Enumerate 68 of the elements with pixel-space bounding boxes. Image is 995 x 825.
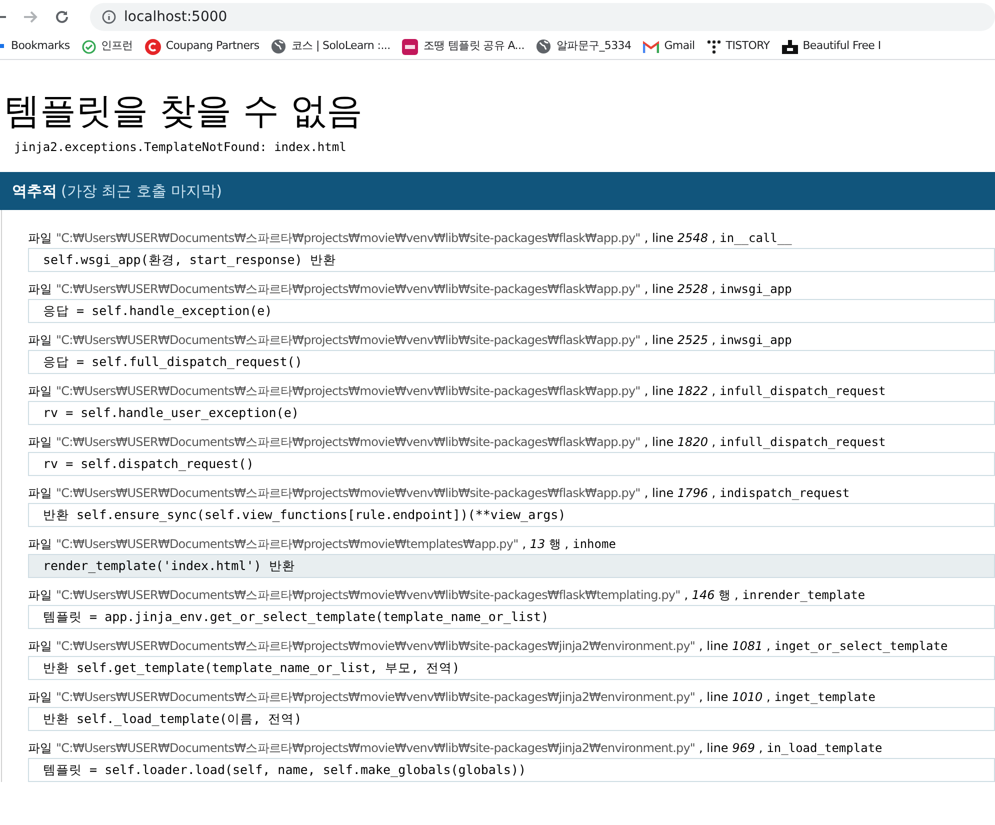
function-name: infull_dispatch_request	[720, 434, 886, 450]
function-name: inwsgi_app	[720, 281, 792, 297]
file-label: 파일	[28, 740, 52, 756]
function-name: inwsgi_app	[720, 332, 792, 348]
file-path: "C:₩Users₩USER₩Documents₩스파르타₩projects₩movie₩templates₩app.py"	[56, 536, 518, 552]
globe-icon	[536, 39, 552, 54]
bookmark[interactable]: 코스 | SoloLearn :...	[271, 38, 390, 55]
blocks-icon	[782, 40, 798, 54]
file-label: 파일	[28, 332, 52, 348]
function-name: in_load_template	[766, 740, 882, 756]
file-label: 파일	[28, 281, 52, 297]
line-location: , line 1010 ,	[699, 689, 770, 705]
function-name: inget_template	[774, 689, 876, 705]
function-name: inrender_template	[742, 587, 866, 603]
file-label: 파일	[28, 587, 52, 603]
file-path: "C:₩Users₩USER₩Documents₩스파르타₩projects₩movie₩venv₩lib₩site-packages₩jinja2₩environment.py"	[56, 638, 696, 654]
bookmark[interactable]: Coupang Partners	[144, 38, 260, 55]
info-icon	[102, 10, 116, 24]
line-location: , line 2525 ,	[644, 332, 716, 348]
bookmark[interactable]: Bookmarks	[0, 38, 70, 55]
bookmark[interactable]: TISTORY	[706, 38, 770, 55]
line-location: , line 1796 ,	[644, 485, 716, 501]
file-path: "C:₩Users₩USER₩Documents₩스파르타₩projects₩movie₩venv₩lib₩site-packages₩flask₩app.py"	[56, 230, 640, 246]
file-path: "C:₩Users₩USER₩Documents₩스파르타₩projects₩movie₩venv₩lib₩site-packages₩flask₩app.py"	[56, 281, 640, 297]
bookmark[interactable]: Beautiful Free I	[782, 38, 881, 55]
dots-icon	[706, 40, 721, 54]
file-path: "C:₩Users₩USER₩Documents₩스파르타₩projects₩movie₩venv₩lib₩site-packages₩flask₩templating.py"	[56, 587, 680, 603]
c-logo-icon	[144, 38, 161, 54]
url-text: localhost:5000	[124, 8, 228, 26]
line-location: , 13 행 ,	[522, 536, 569, 552]
line-location: , line 969 ,	[699, 740, 763, 756]
traceback-subtitle: (가장 최근 호출 마지막)	[61, 180, 222, 202]
file-label: 파일	[28, 434, 52, 450]
line-location: , line 1081 ,	[699, 638, 770, 654]
exception-message: jinja2.exceptions.TemplateNotFound: index.html	[13, 139, 348, 156]
line-location: , line 1820 ,	[644, 434, 716, 450]
line-location: , line 1822 ,	[644, 383, 716, 399]
bookmark[interactable]: 조땡 템플릿 공유 A...	[402, 38, 524, 55]
file-path: "C:₩Users₩USER₩Documents₩스파르타₩projects₩movie₩venv₩lib₩site-packages₩flask₩app.py"	[56, 332, 640, 348]
page-title: 템플릿을 찾을 수 없음	[3, 90, 364, 134]
file-label: 파일	[28, 689, 52, 705]
globe-icon	[271, 39, 286, 54]
line-location: , 146 행 ,	[684, 587, 738, 603]
file-label: 파일	[28, 230, 52, 246]
bookmark[interactable]: Gmail	[643, 38, 695, 55]
file-path: "C:₩Users₩USER₩Documents₩스파르타₩projects₩movie₩venv₩lib₩site-packages₩flask₩app.py"	[56, 383, 640, 399]
line-location: , line 2528 ,	[644, 281, 716, 297]
function-name: in__call__	[720, 230, 792, 246]
function-name: inget_or_select_template	[774, 638, 948, 654]
mail-icon	[643, 40, 660, 52]
function-name: indispatch_request	[720, 485, 850, 501]
file-label: 파일	[28, 485, 52, 501]
function-name: inhome	[572, 536, 616, 552]
bookmark[interactable]: 인프런	[82, 38, 133, 55]
address-bar[interactable]: localhost:5000	[90, 3, 995, 31]
traceback-title: 역추적	[12, 180, 57, 202]
file-label: 파일	[28, 383, 52, 399]
bookmark[interactable]: 알파문구_5334	[536, 38, 632, 55]
reload-icon[interactable]	[54, 9, 70, 25]
file-path: "C:₩Users₩USER₩Documents₩스파르타₩projects₩movie₩venv₩lib₩site-packages₩flask₩app.py"	[56, 434, 640, 450]
file-path: "C:₩Users₩USER₩Documents₩스파르타₩projects₩movie₩venv₩lib₩site-packages₩jinja2₩environment.py"	[56, 740, 696, 756]
file-path: "C:₩Users₩USER₩Documents₩스파르타₩projects₩movie₩venv₩lib₩site-packages₩jinja2₩environment.py"	[56, 689, 696, 705]
slides-icon	[402, 38, 418, 54]
line-location: , line 2548 ,	[644, 230, 716, 246]
file-label: 파일	[28, 638, 52, 654]
file-label: 파일	[28, 536, 52, 552]
file-path: "C:₩Users₩USER₩Documents₩스파르타₩projects₩movie₩venv₩lib₩site-packages₩flask₩app.py"	[56, 485, 640, 501]
function-name: infull_dispatch_request	[720, 383, 886, 399]
